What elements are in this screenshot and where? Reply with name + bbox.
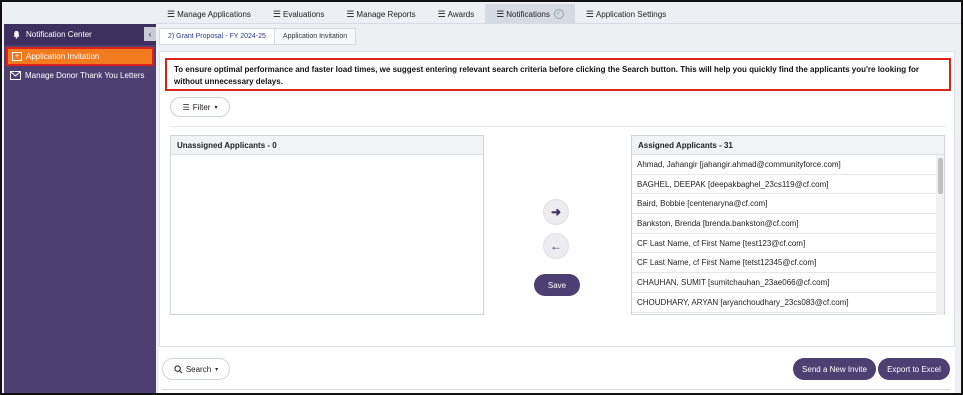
sidebar-item-label: Application Invitation xyxy=(26,52,100,61)
move-left-button[interactable]: ← xyxy=(543,233,569,259)
app-window: ☰ Manage Applications ☰ Evaluations ☰ Ma… xyxy=(0,0,963,395)
list-item[interactable]: CF Last Name, cf First Name [test123@cf.… xyxy=(632,234,936,254)
list-item[interactable]: BAGHEL, DEEPAK [deepakbaghel_23cs119@cf.… xyxy=(632,175,936,195)
sidebar-collapse-button[interactable]: ‹ xyxy=(144,27,156,41)
search-button[interactable]: Search ▾ xyxy=(162,358,230,380)
filter-label: Filter xyxy=(192,102,211,112)
nav-label: Notifications xyxy=(506,9,550,19)
main-panel: 2) Grant Proposal - FY 2024-25 Applicati… xyxy=(159,27,955,393)
filter-button[interactable]: ☰ Filter ▾ xyxy=(170,97,230,117)
menu-icon: ☰ xyxy=(167,8,176,19)
sidebar-item-donor-letters[interactable]: Manage Donor Thank You Letters xyxy=(4,66,156,85)
list-item[interactable]: Ahmad, Jahangir [jahangir.ahmad@communit… xyxy=(632,155,936,175)
nav-label: Awards xyxy=(447,9,475,19)
search-label: Search xyxy=(185,364,212,374)
invitation-icon: + xyxy=(12,52,22,61)
list-item[interactable]: Baird, Bobbie [centenaryna@cf.com] xyxy=(632,194,936,215)
list-item[interactable]: CF Last Name, cf First Name [tetst12345@… xyxy=(632,253,936,274)
assigned-applicants-list[interactable]: Assigned Applicants - 31 Ahmad, Jahangir… xyxy=(631,135,945,315)
menu-icon: ☰ xyxy=(496,8,505,19)
list-item[interactable]: Bankston, Brenda [brenda.bankston@cf.com… xyxy=(632,214,936,234)
bell-icon xyxy=(13,30,20,39)
sidebar-item-application-invitation[interactable]: + Application Invitation xyxy=(6,47,154,66)
top-nav-spacer xyxy=(4,4,156,24)
check-circle-icon: ✓ xyxy=(553,9,564,19)
nav-label: Manage Applications xyxy=(177,9,251,19)
nav-manage-reports[interactable]: ☰ Manage Reports xyxy=(335,4,426,24)
sidebar-item-label: Manage Donor Thank You Letters xyxy=(25,71,145,80)
breadcrumb-program[interactable]: 2) Grant Proposal - FY 2024-25 xyxy=(159,28,275,45)
chevron-down-icon: ▾ xyxy=(215,366,219,373)
sidebar-title: Notification Center xyxy=(26,30,92,39)
scrollbar-thumb[interactable] xyxy=(938,158,943,194)
breadcrumb: 2) Grant Proposal - FY 2024-25 Applicati… xyxy=(159,28,357,45)
export-to-excel-button[interactable]: Export to Excel xyxy=(878,358,950,380)
divider xyxy=(162,389,950,390)
unassigned-list-header: Unassigned Applicants - 0 xyxy=(171,136,483,155)
performance-notice: To ensure optimal performance and faster… xyxy=(165,58,951,91)
nav-label: Application Settings xyxy=(595,9,667,19)
top-navigation: ☰ Manage Applications ☰ Evaluations ☰ Ma… xyxy=(4,4,961,24)
assigned-list-body: Ahmad, Jahangir [jahangir.ahmad@communit… xyxy=(632,155,944,315)
divider xyxy=(170,126,946,127)
nav-manage-applications[interactable]: ☰ Manage Applications xyxy=(156,4,262,24)
nav-label: Evaluations xyxy=(282,9,325,19)
arrow-right-icon: ➜ xyxy=(550,205,562,219)
nav-application-settings[interactable]: ☰ Application Settings xyxy=(575,4,677,24)
list-item[interactable]: CHAUHAN, SUMIT [sumitchauhan_23ae066@cf.… xyxy=(632,273,936,293)
nav-awards[interactable]: ☰ Awards xyxy=(427,4,486,24)
menu-icon: ☰ xyxy=(585,8,594,19)
unassigned-applicants-list[interactable]: Unassigned Applicants - 0 xyxy=(170,135,484,315)
unassigned-list-body xyxy=(171,155,483,315)
save-button[interactable]: Save xyxy=(534,274,580,296)
top-nav-items: ☰ Manage Applications ☰ Evaluations ☰ Ma… xyxy=(156,4,677,24)
action-bar: Search ▾ Send a New Invite Export to Exc… xyxy=(159,346,955,393)
move-right-button[interactable]: ➜ xyxy=(543,199,569,225)
sidebar: Notification Center ‹ + Application Invi… xyxy=(4,24,156,393)
menu-icon: ☰ xyxy=(437,8,446,19)
search-icon xyxy=(174,364,183,373)
assigned-scrollbar[interactable] xyxy=(936,155,944,315)
send-new-invite-button[interactable]: Send a New Invite xyxy=(793,358,876,380)
invitation-card: To ensure optimal performance and faster… xyxy=(159,51,955,347)
sliders-icon: ☰ xyxy=(182,102,190,112)
envelope-icon xyxy=(10,71,21,80)
breadcrumb-current: Application Invitation xyxy=(274,28,357,45)
menu-icon: ☰ xyxy=(272,8,281,19)
list-item[interactable]: CHOUDHARY, ARYAN [aryanchoudhary_23cs083… xyxy=(632,293,936,313)
chevron-down-icon: ▾ xyxy=(214,104,218,111)
nav-notifications[interactable]: ☰ Notifications ✓ xyxy=(485,4,575,24)
nav-label: Manage Reports xyxy=(356,9,416,19)
assigned-list-header: Assigned Applicants - 31 xyxy=(632,136,944,155)
menu-icon: ☰ xyxy=(346,8,355,19)
sidebar-header: Notification Center ‹ xyxy=(4,24,156,45)
arrow-left-icon: ← xyxy=(550,239,562,253)
nav-evaluations[interactable]: ☰ Evaluations xyxy=(262,4,335,24)
